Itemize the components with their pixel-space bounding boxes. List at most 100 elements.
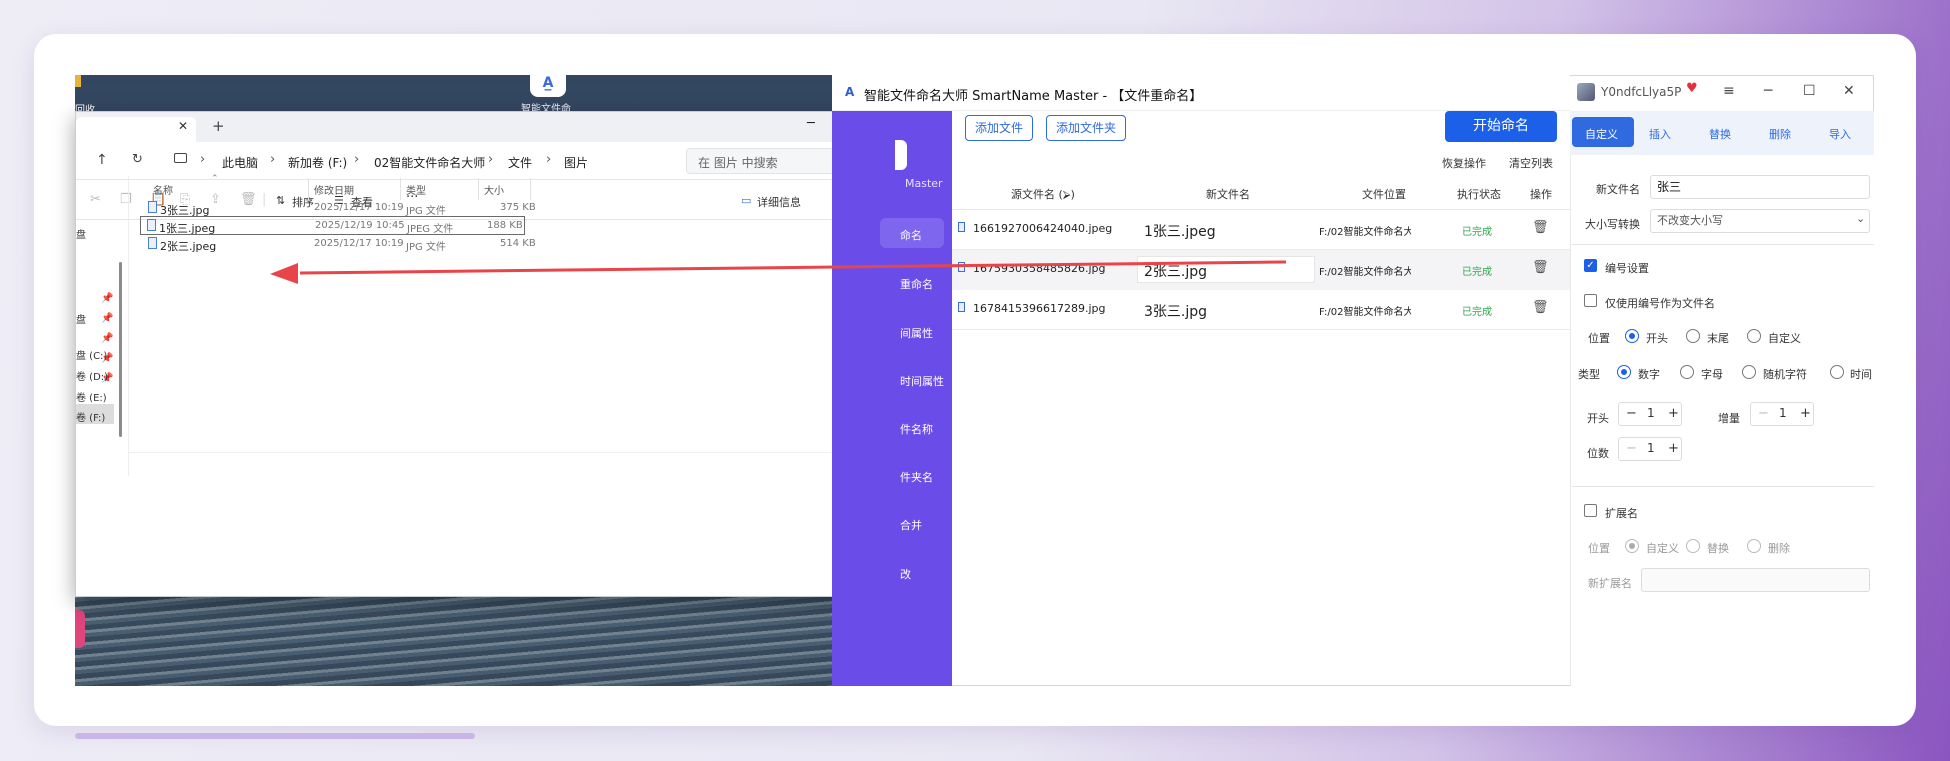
step-stepper[interactable]: − 1 + (1750, 402, 1814, 426)
plus-icon[interactable]: + (1668, 441, 1679, 456)
sidebar-item-rename[interactable]: 命名 (900, 227, 922, 243)
new-name[interactable]: 2张三.jpg (1144, 261, 1207, 281)
ext-replace-radio[interactable] (1686, 539, 1700, 553)
new-ext-input[interactable] (1641, 568, 1870, 592)
copy-icon[interactable]: ❐ (120, 192, 132, 207)
desktop-app-icon[interactable]: A̲ (530, 75, 566, 97)
case-select[interactable]: 不改变大小写 (1650, 209, 1870, 233)
file-icon (958, 302, 965, 312)
sidebar-item-filename[interactable]: 件名称 (900, 421, 933, 437)
file-size: 375 KB (500, 202, 536, 213)
close-icon[interactable]: ✕ (1843, 83, 1855, 99)
type-letter-radio[interactable] (1680, 365, 1694, 379)
header-source[interactable]: 源文件名 (⮚) (1011, 186, 1075, 202)
type-time-radio[interactable] (1830, 365, 1844, 379)
desktop-pink-app-icon[interactable] (75, 610, 85, 648)
start-stepper[interactable]: − 1 + (1618, 402, 1682, 426)
start-rename-button[interactable]: 开始命名 (1445, 111, 1557, 142)
sidebar-item-folder-rename[interactable]: 重命名 (900, 276, 933, 292)
type-number-radio[interactable] (1617, 365, 1631, 379)
extension-label: 扩展名 (1605, 507, 1638, 520)
nav-item-e[interactable]: 卷 (E:) (76, 389, 107, 404)
minus-icon[interactable]: − (1626, 406, 1637, 421)
col-size[interactable]: 大小 (484, 182, 504, 197)
maximize-icon[interactable]: ☐ (1803, 83, 1816, 99)
ext-delete-radio[interactable] (1747, 539, 1761, 553)
menu-icon[interactable]: ≡ (1723, 83, 1735, 99)
details-button[interactable]: 详细信息 (757, 194, 801, 210)
sidebar-item-time-attr[interactable]: 间属性 (900, 325, 933, 341)
breadcrumb-files[interactable]: 文件 (508, 154, 532, 171)
nav-item-c[interactable]: 盘 (C:) (76, 347, 107, 362)
col-type[interactable]: 类型 (406, 182, 426, 197)
delete-icon[interactable]: 🗑 (1532, 260, 1549, 275)
minimize-icon[interactable]: ─ (807, 116, 815, 131)
tab-replace[interactable]: 替换 (1709, 126, 1731, 142)
list-bottom (128, 452, 901, 453)
add-file-button[interactable]: 添加文件 (965, 115, 1033, 141)
refresh-icon[interactable]: ↻ (132, 152, 143, 167)
position-start-radio[interactable] (1625, 329, 1639, 343)
extension-checkbox[interactable] (1584, 504, 1597, 517)
new-name[interactable]: 1张三.jpeg (1144, 221, 1216, 241)
sidebar-item-modify[interactable]: 改 (900, 566, 911, 582)
chevron-down-icon[interactable]: ⌄ (1856, 212, 1865, 225)
file-row[interactable]: 2张三.jpeg 2025/12/17 10:19 JPG 文件 514 KB (142, 235, 652, 254)
minimize-icon[interactable]: ─ (1764, 83, 1772, 99)
nav-item-d[interactable]: 卷 (D:) (76, 368, 108, 383)
col-name[interactable]: 名称 (153, 182, 173, 197)
tab-delete[interactable]: 删除 (1769, 126, 1791, 142)
new-name[interactable]: 3张三.jpg (1144, 301, 1207, 321)
tab-close-icon[interactable]: ✕ (178, 119, 188, 133)
username[interactable]: Y0ndfcLlya5P (1601, 85, 1681, 99)
undo-button[interactable]: 恢复操作 (1442, 155, 1486, 171)
ext-custom-label: 自定义 (1646, 542, 1679, 555)
minus-icon[interactable]: − (1626, 441, 1637, 456)
breadcrumb-this-pc[interactable]: 此电脑 (222, 154, 258, 171)
only-number-checkbox[interactable] (1584, 294, 1597, 307)
ext-custom-radio[interactable] (1625, 539, 1639, 553)
sidebar-item-merge[interactable]: 合并 (900, 517, 922, 533)
up-icon[interactable]: ↑ (96, 152, 108, 168)
sidebar-item-time-attr-2[interactable]: 时间属性 (900, 373, 944, 389)
cut-icon[interactable]: ✂ (90, 192, 101, 207)
scrollbar[interactable] (119, 262, 122, 437)
tab-insert[interactable]: 插入 (1649, 126, 1671, 142)
chevron-right-icon: › (200, 152, 206, 167)
pin-icon[interactable]: 📌 (101, 293, 113, 304)
breadcrumb-folder[interactable]: 02智能文件命名大师 (374, 154, 485, 171)
new-name-label: 新文件名 (1596, 183, 1640, 196)
nav-item-disk[interactable]: 盘 (76, 226, 86, 241)
pin-icon[interactable]: 📌 (101, 333, 113, 344)
col-date[interactable]: 修改日期 (314, 182, 354, 197)
type-number-label: 数字 (1638, 368, 1660, 381)
file-date: 2025/12/19 10:45 (315, 220, 405, 231)
vip-icon[interactable]: ♥ (1686, 81, 1698, 96)
nav-item-disk[interactable]: 盘 (76, 311, 86, 326)
sidebar-item-foldername[interactable]: 件夹名 (900, 469, 933, 485)
breadcrumb-pictures[interactable]: 图片 (564, 154, 588, 171)
numbering-checkbox[interactable]: ✓ (1584, 259, 1597, 272)
delete-icon[interactable]: 🗑 (1532, 220, 1549, 235)
avatar[interactable] (1577, 83, 1595, 101)
nav-item-f[interactable]: 卷 (F:) (76, 409, 105, 424)
add-folder-button[interactable]: 添加文件夹 (1046, 115, 1126, 141)
sidebar-logo (895, 140, 907, 170)
plus-icon[interactable]: + (1668, 406, 1679, 421)
position-end-radio[interactable] (1686, 329, 1700, 343)
digits-stepper[interactable]: − 1 + (1618, 437, 1682, 461)
clear-list-button[interactable]: 清空列表 (1509, 155, 1553, 171)
pin-icon[interactable]: 📌 (101, 313, 113, 324)
new-tab-icon[interactable]: + (212, 117, 225, 135)
breadcrumb-drive[interactable]: 新加卷 (F:) (288, 154, 347, 171)
type-random-radio[interactable] (1742, 365, 1756, 379)
position-custom-radio[interactable] (1747, 329, 1761, 343)
tab-import[interactable]: 导入 (1829, 126, 1851, 142)
new-name-input[interactable]: 张三 (1650, 175, 1870, 199)
file-row-selected[interactable]: 1张三.jpeg 2025/12/19 10:45 JPEG 文件 188 KB (140, 216, 525, 235)
file-type: JPG 文件 (406, 206, 446, 217)
plus-icon[interactable]: + (1800, 406, 1811, 421)
delete-icon[interactable]: 🗑 (1532, 300, 1549, 315)
minus-icon[interactable]: − (1758, 406, 1769, 421)
tab-custom[interactable]: 自定义 (1585, 126, 1618, 142)
